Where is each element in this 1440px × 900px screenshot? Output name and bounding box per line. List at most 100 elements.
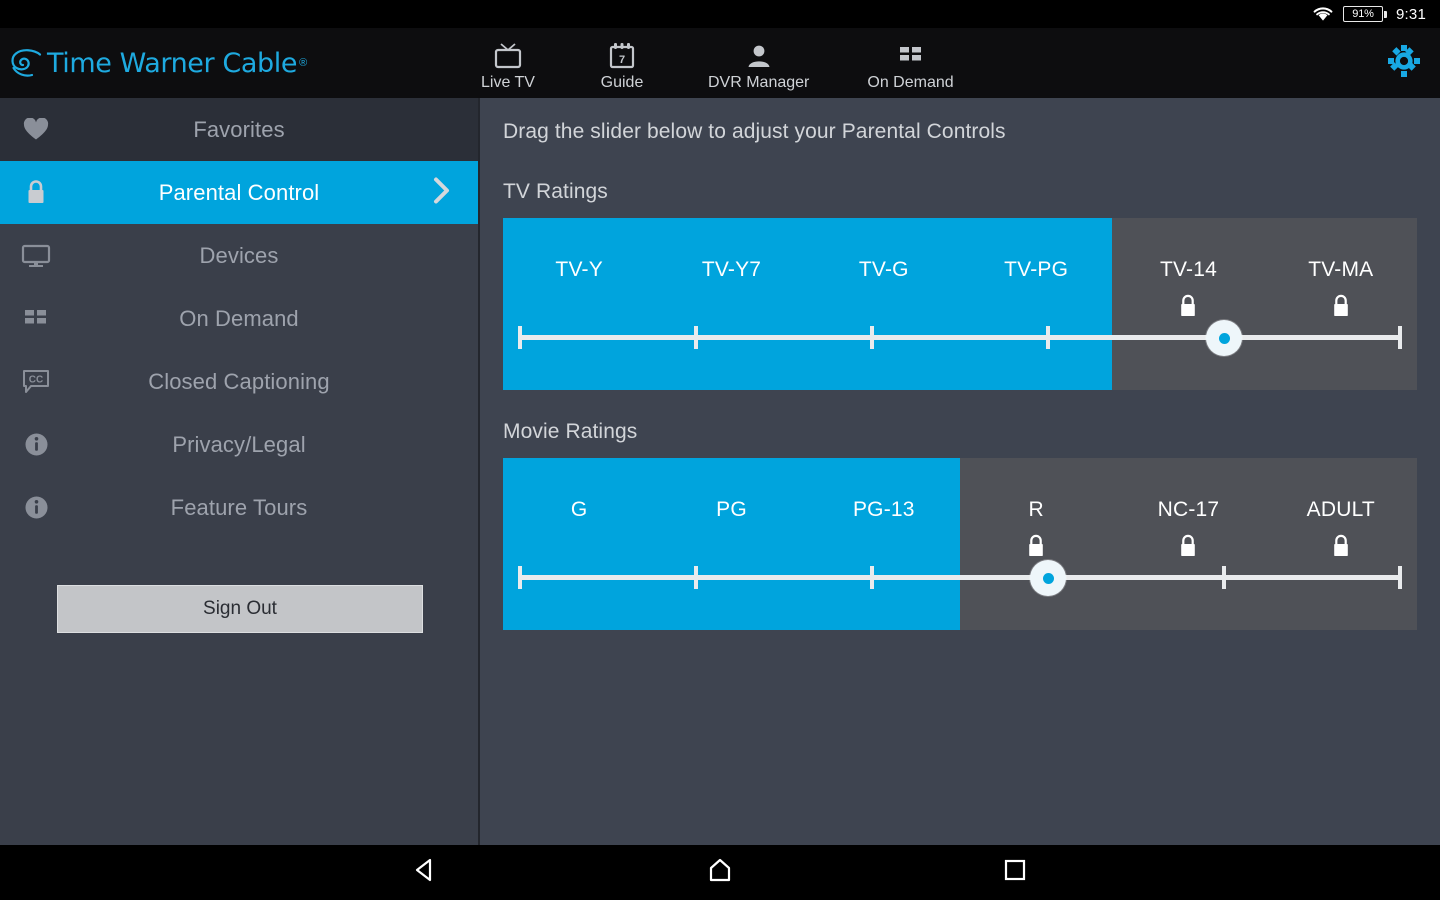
rating-segment-pg-13[interactable]: PG-13: [808, 458, 960, 630]
tv-icon: [493, 41, 523, 71]
sidebar-item-on-demand[interactable]: On Demand: [0, 287, 478, 350]
sidebar-item-on-demand-label: On Demand: [179, 305, 299, 331]
wifi-icon: [1312, 6, 1334, 22]
android-nav-bar: [0, 845, 1440, 900]
rating-segment-r[interactable]: R: [960, 458, 1112, 630]
rating-segment-g[interactable]: G: [503, 458, 655, 630]
settings-button[interactable]: [1384, 43, 1424, 83]
instruction-text: Drag the slider below to adjust your Par…: [503, 120, 1006, 143]
app-header-bar: Time Warner Cable ® Live TV 7 Guide DVR …: [0, 28, 1440, 98]
settings-sidebar: Favorites Parental Control Devices On De…: [0, 98, 480, 845]
sidebar-item-privacy-legal-label: Privacy/Legal: [172, 431, 306, 457]
tab-dvr-manager[interactable]: DVR Manager: [708, 41, 809, 92]
rating-segment-label: TV-G: [858, 258, 909, 281]
back-triangle-icon: [412, 857, 438, 888]
rating-segment-tv-y[interactable]: TV-Y: [503, 218, 655, 390]
top-nav-tabs: Live TV 7 Guide DVR Manager On Demand: [480, 35, 954, 92]
person-icon: [746, 41, 772, 71]
sidebar-item-favorites-label: Favorites: [193, 116, 285, 142]
rating-segment-label: TV-MA: [1308, 258, 1374, 281]
tab-guide-label: Guide: [600, 73, 644, 91]
lock-icon: [1026, 534, 1046, 560]
movie-slider-track[interactable]: [518, 560, 1402, 596]
rating-segment-tv-y7[interactable]: TV-Y7: [655, 218, 807, 390]
tab-dvr-manager-label: DVR Manager: [708, 73, 810, 91]
rating-segment-label: NC-17: [1157, 498, 1220, 521]
info-icon: [0, 432, 72, 457]
tv-ratings-slider-panel[interactable]: TV-Y TV-Y7 TV-G TV-PG TV-14 TV-MA: [503, 218, 1417, 390]
parental-control-panel: Drag the slider below to adjust your Par…: [482, 98, 1440, 845]
slider-tick: [694, 326, 698, 349]
sidebar-item-feature-tours[interactable]: Feature Tours: [0, 476, 478, 539]
movie-ratings-slider-panel[interactable]: G PG PG-13 R NC-17 ADULT: [503, 458, 1417, 630]
lock-icon: [1178, 534, 1198, 560]
twc-eye-icon: [10, 48, 44, 78]
rating-segment-label: TV-Y: [555, 258, 603, 281]
slider-tick: [694, 566, 698, 589]
tab-live-tv-label: Live TV: [481, 73, 535, 91]
sign-out-button[interactable]: Sign Out: [57, 585, 423, 633]
nav-home-button[interactable]: [660, 857, 780, 888]
sidebar-item-feature-tours-label: Feature Tours: [170, 494, 308, 520]
sidebar-item-closed-captioning-label: Closed Captioning: [148, 368, 330, 394]
slider-tick: [870, 326, 874, 349]
battery-nub: [1384, 10, 1387, 18]
slider-thumb-center: [1218, 332, 1230, 344]
grid-icon: [898, 41, 924, 71]
brand-name: Time Warner Cable: [47, 47, 298, 79]
nav-back-button[interactable]: [365, 857, 485, 888]
lock-icon: [1331, 294, 1351, 320]
status-clock: 9:31: [1396, 5, 1426, 23]
movie-ratings-title: Movie Ratings: [503, 420, 638, 443]
rating-segment-tv-ma[interactable]: TV-MA: [1265, 218, 1417, 390]
svg-text:7: 7: [619, 54, 625, 66]
rating-segment-tv-pg[interactable]: TV-PG: [960, 218, 1112, 390]
rating-segment-label: TV-PG: [1004, 258, 1069, 281]
slider-thumb-center: [1042, 572, 1054, 584]
sidebar-item-privacy-legal[interactable]: Privacy/Legal: [0, 413, 478, 476]
tab-guide[interactable]: 7 Guide: [594, 41, 650, 92]
calendar-icon: 7: [608, 41, 636, 71]
tab-live-tv[interactable]: Live TV: [480, 41, 536, 92]
lock-icon: [0, 179, 72, 206]
battery-indicator: 91%: [1343, 6, 1387, 22]
rating-segment-tv-g[interactable]: TV-G: [808, 218, 960, 390]
registered-mark: ®: [299, 57, 308, 69]
slider-thumb[interactable]: [1206, 320, 1242, 356]
monitor-icon: [0, 244, 72, 268]
sidebar-item-favorites[interactable]: Favorites: [0, 98, 478, 161]
heart-icon: [0, 118, 72, 141]
android-status-bar: 91% 9:31: [0, 0, 1440, 28]
rating-segment-label: TV-Y7: [701, 258, 762, 281]
rating-segment-nc-17[interactable]: NC-17: [1112, 458, 1264, 630]
tab-on-demand[interactable]: On Demand: [867, 41, 954, 92]
tv-rating-segments: TV-Y TV-Y7 TV-G TV-PG TV-14 TV-MA: [503, 218, 1417, 390]
slider-tick: [1046, 326, 1050, 349]
gear-icon: [1386, 43, 1422, 84]
rating-segment-label: R: [1028, 498, 1044, 521]
brand-logo[interactable]: Time Warner Cable ®: [0, 48, 480, 79]
tv-ratings-title: TV Ratings: [503, 180, 608, 203]
sidebar-item-parental-control[interactable]: Parental Control: [0, 161, 478, 224]
battery-level-text: 91%: [1343, 6, 1383, 22]
rating-segment-label: TV-14: [1159, 258, 1217, 281]
slider-tick: [1398, 566, 1402, 589]
nav-recents-button[interactable]: [955, 858, 1075, 887]
rating-segment-label: G: [570, 498, 588, 521]
slider-tick: [1222, 566, 1226, 589]
rating-segment-adult[interactable]: ADULT: [1265, 458, 1417, 630]
svg-text:CC: CC: [29, 374, 43, 385]
cc-icon: CC: [0, 369, 72, 395]
app-screen: 91% 9:31 Time Warner Cable ® Live TV 7 G…: [0, 0, 1440, 900]
rating-segment-label: PG-13: [852, 498, 915, 521]
tv-slider-track[interactable]: [518, 320, 1402, 356]
slider-tick: [870, 566, 874, 589]
sidebar-item-closed-captioning[interactable]: CC Closed Captioning: [0, 350, 478, 413]
rating-segment-pg[interactable]: PG: [655, 458, 807, 630]
sidebar-item-devices[interactable]: Devices: [0, 224, 478, 287]
rating-segment-tv-14[interactable]: TV-14: [1112, 218, 1264, 390]
chevron-right-icon: [432, 175, 452, 210]
lock-icon: [1178, 294, 1198, 320]
sidebar-item-devices-label: Devices: [199, 242, 279, 268]
slider-thumb[interactable]: [1030, 560, 1066, 596]
